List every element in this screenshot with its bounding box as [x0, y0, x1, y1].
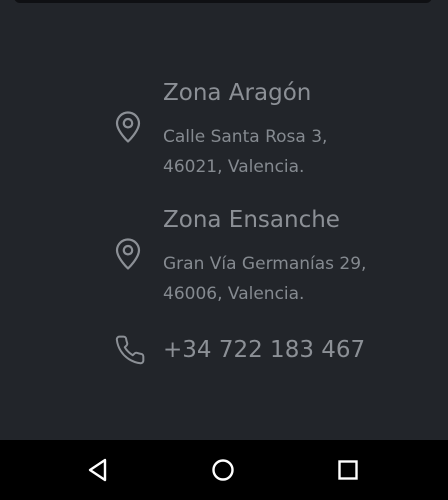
android-navigation-bar	[0, 440, 448, 500]
home-icon[interactable]	[209, 456, 237, 484]
location-title: Zona Ensanche	[163, 207, 340, 233]
location-address: Gran Vía Germanías 29, 46006, Valencia.	[163, 249, 366, 309]
address-line-2: 46021, Valencia.	[163, 157, 305, 177]
address-line-1: Calle Santa Rosa 3,	[163, 127, 328, 147]
map-pin-icon	[115, 238, 141, 270]
map-pin-icon	[115, 111, 141, 143]
phone-icon	[115, 335, 145, 365]
back-icon[interactable]	[84, 456, 112, 484]
address-line-1: Gran Vía Germanías 29,	[163, 254, 367, 274]
phone-number: +34 722 183 467	[163, 337, 366, 363]
location-address: Calle Santa Rosa 3, 46021, Valencia.	[163, 122, 327, 182]
phone-contact[interactable]: +34 722 183 467	[114, 334, 434, 368]
location-title: Zona Aragón	[163, 80, 312, 106]
top-card-edge	[14, 0, 432, 3]
recents-icon[interactable]	[334, 456, 362, 484]
address-line-2: 46006, Valencia.	[163, 284, 305, 304]
contact-screen: Zona Aragón Calle Santa Rosa 3, 46021, V…	[0, 0, 448, 500]
